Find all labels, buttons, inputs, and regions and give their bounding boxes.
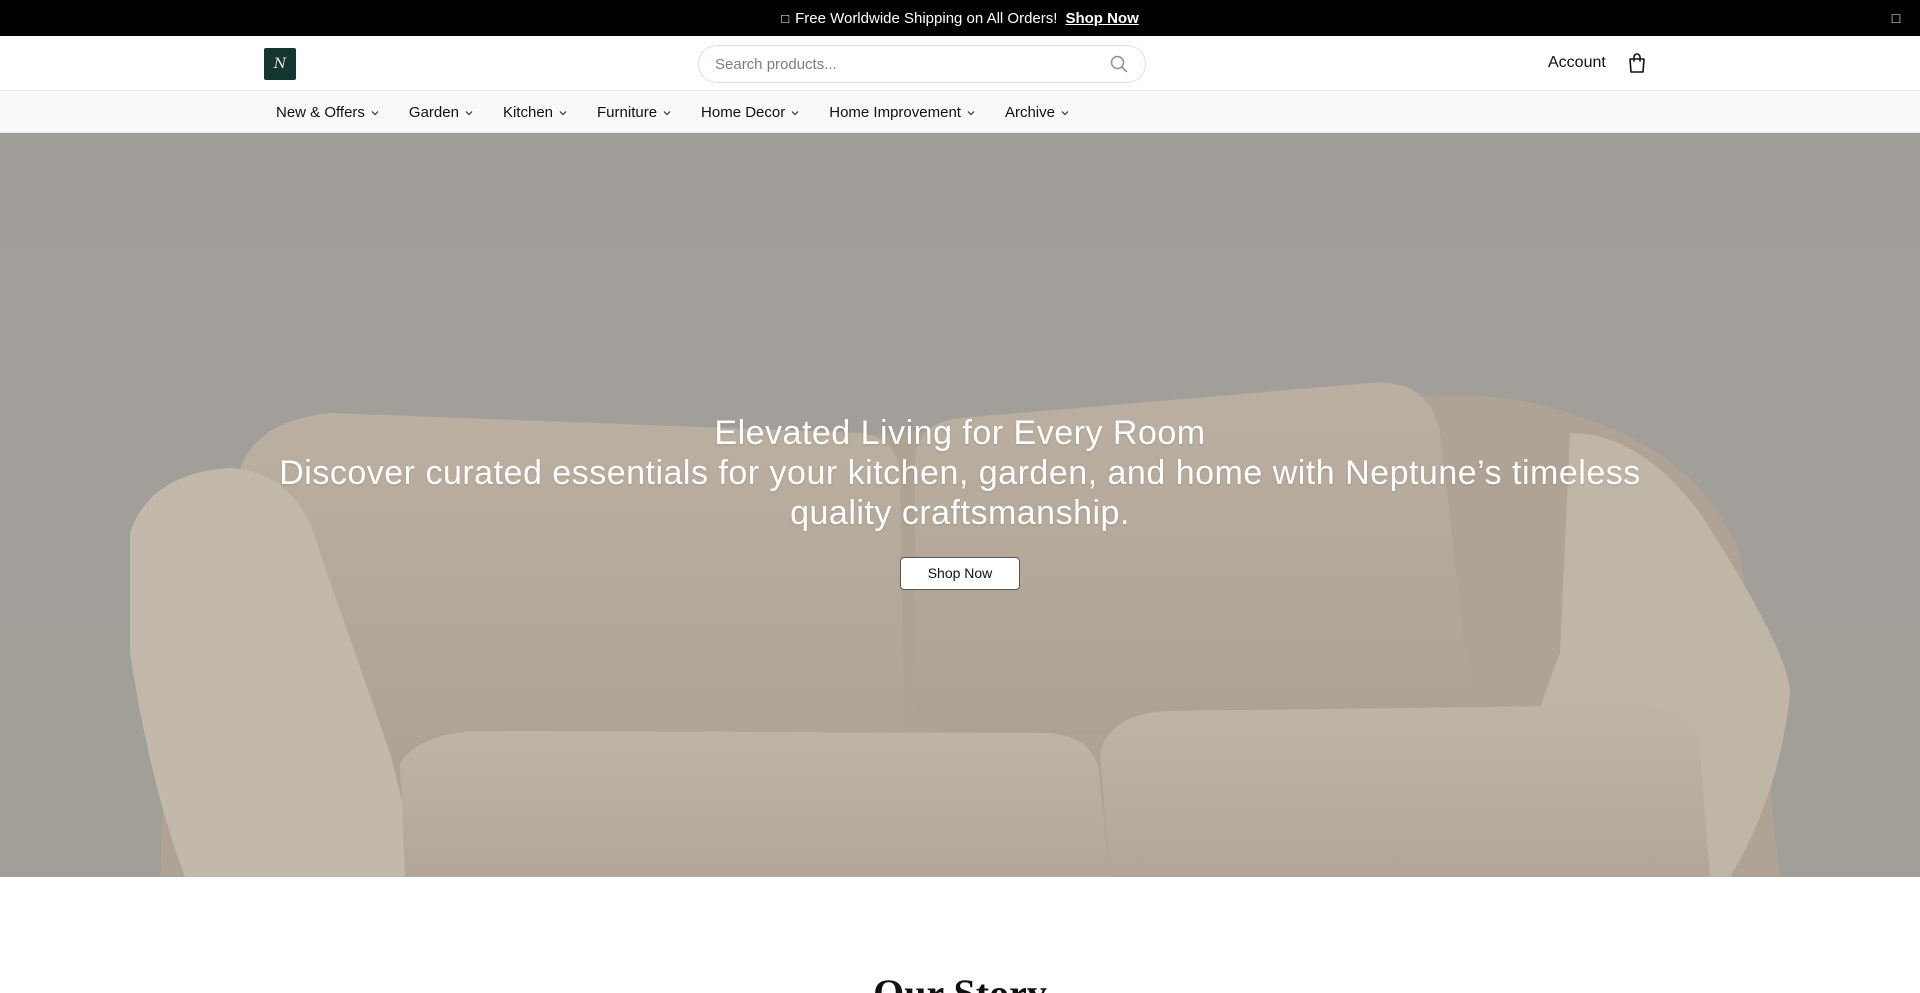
- search-bar: [698, 45, 1146, 83]
- site-header: N Account: [0, 36, 1920, 91]
- main-nav: New & Offers Garden Kitchen Furniture Ho…: [0, 92, 1920, 133]
- chevron-down-icon: [966, 108, 976, 118]
- chevron-down-icon: [464, 108, 474, 118]
- announcement-text: Free Worldwide Shipping on All Orders!: [795, 9, 1058, 27]
- announcement-icon: □: [781, 10, 790, 26]
- shopping-bag-icon[interactable]: [1627, 52, 1647, 74]
- chevron-down-icon: [790, 108, 800, 118]
- hero-subtitle: Discover curated essentials for your kit…: [279, 454, 1641, 532]
- nav-item-label: Furniture: [597, 104, 658, 121]
- hero-shop-now-button[interactable]: Shop Now: [900, 557, 1020, 590]
- nav-item-label: Archive: [1004, 104, 1055, 121]
- logo-mark: N: [273, 56, 287, 72]
- close-icon[interactable]: □: [1888, 9, 1904, 27]
- chevron-down-icon: [558, 108, 568, 118]
- search-input[interactable]: [715, 55, 1109, 73]
- our-story-title: Our Story: [0, 972, 1920, 993]
- search-icon[interactable]: [1109, 54, 1129, 74]
- nav-item-archive[interactable]: Archive: [1005, 104, 1070, 121]
- hero-title: Elevated Living for Every Room: [714, 414, 1206, 452]
- nav-list: New & Offers Garden Kitchen Furniture Ho…: [276, 92, 1099, 133]
- nav-item-kitchen[interactable]: Kitchen: [503, 104, 568, 121]
- nav-item-garden[interactable]: Garden: [409, 104, 474, 121]
- nav-item-label: Home Decor: [701, 104, 786, 121]
- nav-item-label: Home Improvement: [829, 104, 961, 121]
- hero-content: Elevated Living for Every Room Discover …: [0, 413, 1920, 590]
- hero-banner: Elevated Living for Every Room Discover …: [0, 133, 1920, 877]
- site-logo[interactable]: N: [264, 48, 296, 80]
- nav-item-home-decor[interactable]: Home Decor: [701, 104, 800, 121]
- nav-item-home-improvement[interactable]: Home Improvement: [829, 104, 976, 121]
- chevron-down-icon: [370, 108, 380, 118]
- nav-item-label: Kitchen: [502, 104, 554, 121]
- chevron-down-icon: [662, 108, 672, 118]
- chevron-down-icon: [1060, 108, 1070, 118]
- announcement-shop-now-link[interactable]: Shop Now: [1065, 10, 1138, 27]
- account-link[interactable]: Account: [1548, 54, 1606, 72]
- nav-item-label: New & Offers: [276, 104, 365, 121]
- announcement-bar: □ Free Worldwide Shipping on All Orders!…: [0, 0, 1920, 36]
- our-story-section: Our Story: [0, 877, 1920, 993]
- nav-item-new-offers[interactable]: New & Offers: [276, 104, 380, 121]
- nav-item-label: Garden: [408, 104, 459, 121]
- nav-item-furniture[interactable]: Furniture: [597, 104, 672, 121]
